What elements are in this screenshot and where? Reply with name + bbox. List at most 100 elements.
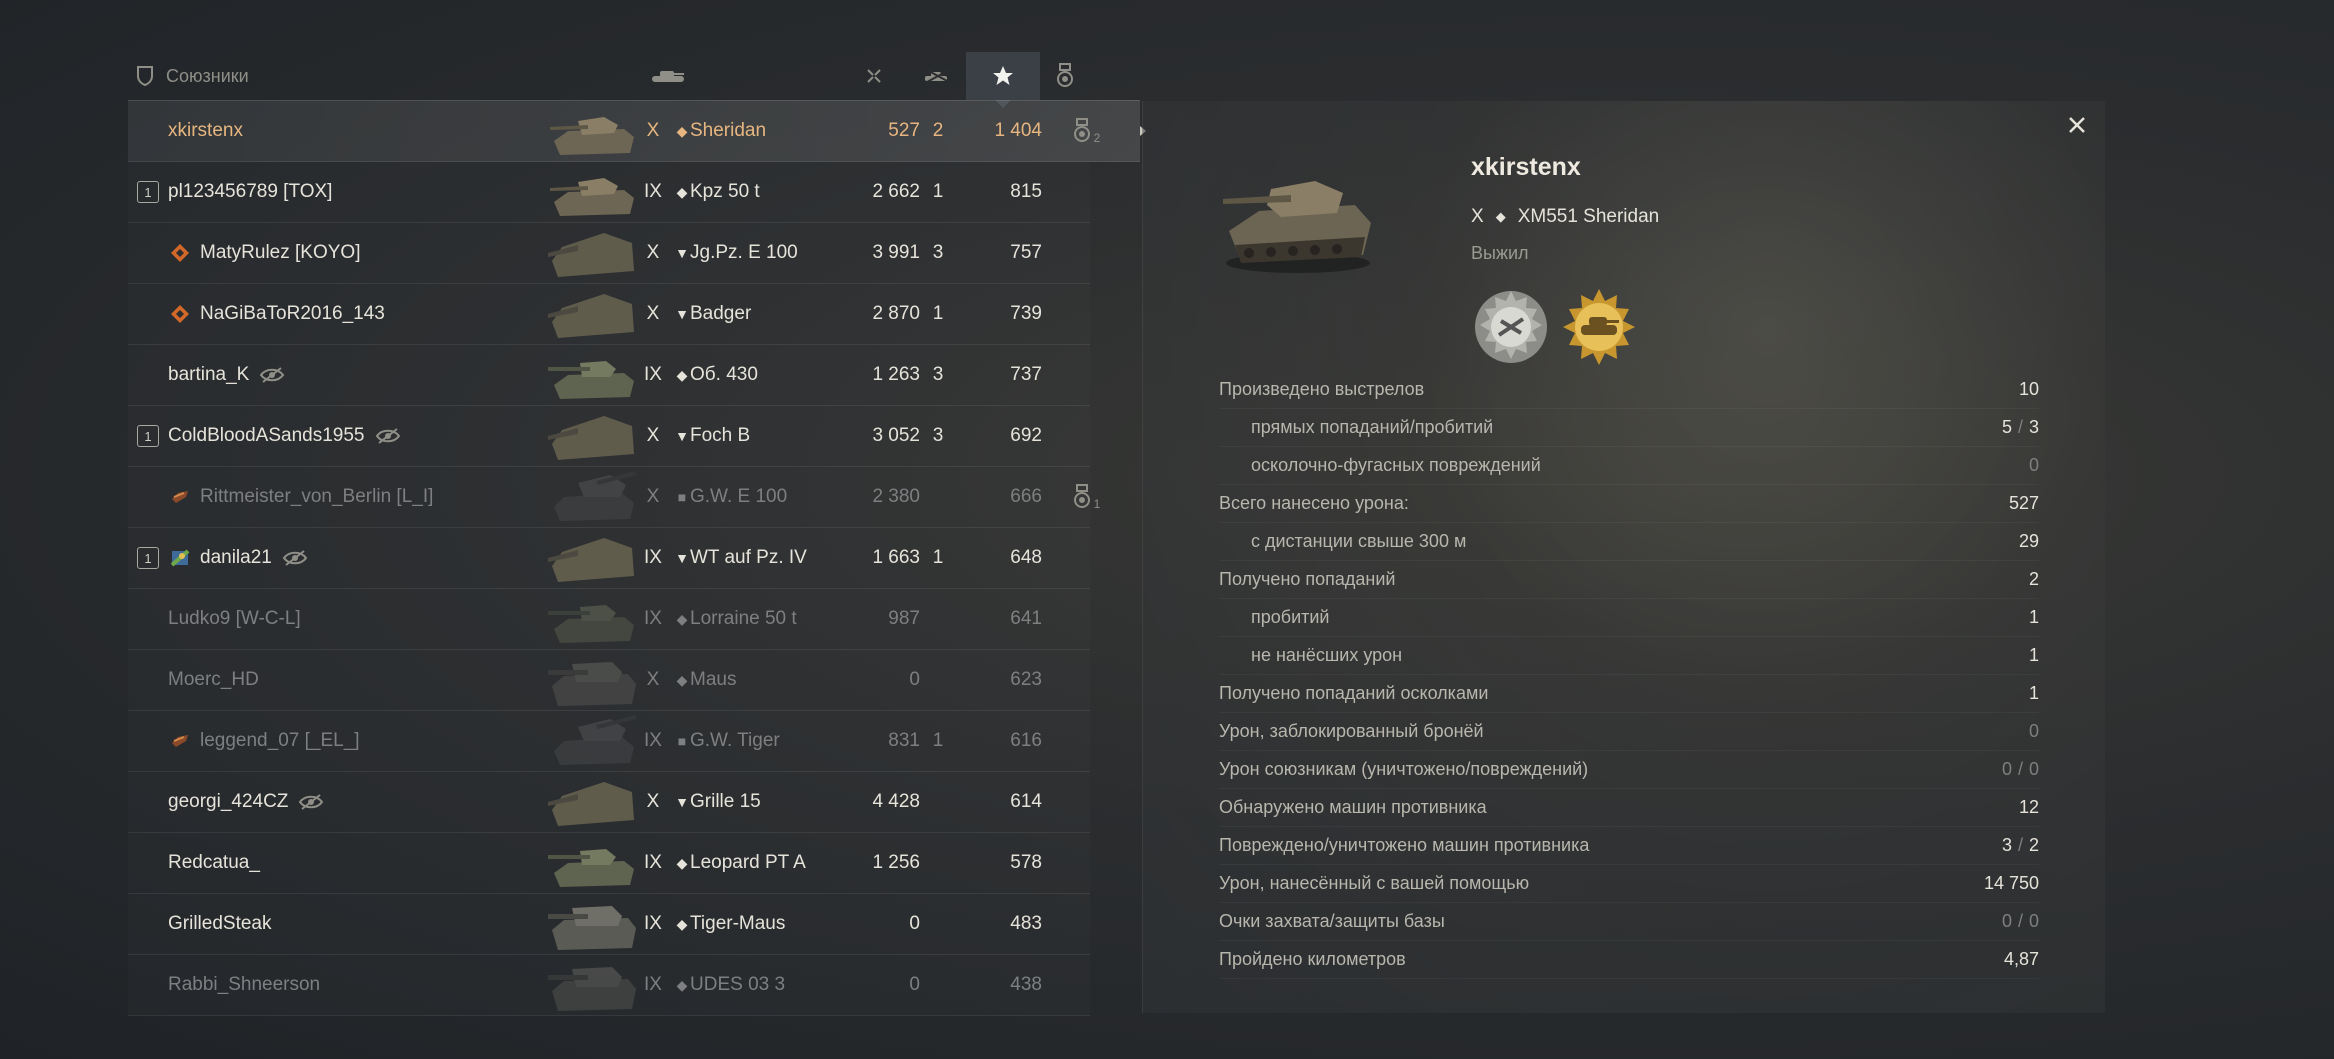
player-name: leggend_07 [_EL_] xyxy=(200,730,360,751)
tier: X xyxy=(646,120,660,141)
close-icon xyxy=(2069,117,2085,133)
player-name: Moerc_HD xyxy=(168,669,259,690)
shield-icon xyxy=(137,66,153,87)
stat-row: прямых попаданий/пробитий 5/3 xyxy=(1219,409,2039,447)
allies-team-panel: Союзники xkirstenx X ◆ Sheridan 527 2 1 404 2 1 p… xyxy=(128,52,1146,1016)
damage-value: 4 428 xyxy=(872,791,920,812)
medal-icon xyxy=(1057,63,1073,87)
player-name: georgi_424CZ xyxy=(168,791,289,812)
vehicle-thumbnail xyxy=(550,178,634,216)
player-row[interactable]: bartina_K IX ◆ Об. 430 1 263 3 737 xyxy=(128,345,1090,406)
tier: IX xyxy=(644,974,662,995)
player-name: ColdBloodASands1955 xyxy=(168,425,365,446)
medal-tank-expert-icon[interactable] xyxy=(1559,287,1639,367)
hidden-eye-icon xyxy=(282,550,308,566)
sort-medals-button[interactable] xyxy=(1040,52,1090,100)
detail-tier: X xyxy=(1471,206,1484,227)
player-row[interactable]: 1 pl123456789 [TOX] IX ◆ Kpz 50 t2 662 1 815 xyxy=(128,162,1090,223)
vehicle-thumbnail xyxy=(554,471,636,521)
player-row[interactable]: xkirstenx X ◆ Sheridan 527 2 1 404 2 xyxy=(128,100,1146,162)
stat-label: Всего нанесено урона: xyxy=(1219,493,1409,513)
vehicle-name: Leopard PT A xyxy=(690,852,806,873)
player-name: NaGiBaToR2016_143 xyxy=(200,303,385,324)
sort-damage-button[interactable] xyxy=(828,52,920,100)
vehicle-thumbnail xyxy=(548,294,634,338)
vehicle-thumbnail xyxy=(548,782,634,826)
player-name: xkirstenx xyxy=(168,120,243,141)
stat-label: с дистанции свыше 300 м xyxy=(1251,531,1467,551)
vehicle-thumbnail xyxy=(548,361,634,399)
stat-label: Урон, заблокированный бронёй xyxy=(1219,721,1484,741)
team-label: Союзники xyxy=(166,65,249,86)
tier: X xyxy=(646,242,660,263)
vehicle-thumbnail xyxy=(548,233,634,277)
close-button[interactable] xyxy=(2065,113,2089,137)
xp-value: 438 xyxy=(1010,974,1042,995)
player-row[interactable]: leggend_07 [_EL_] IX ■ G.W. Tiger 831 1 616 xyxy=(128,711,1090,772)
player-name-cell: xkirstenx xyxy=(168,101,243,161)
player-name: Rabbi_Shneerson xyxy=(168,974,321,995)
xp-value: 692 xyxy=(1010,425,1042,446)
vehicle-name: Lorraine 50 t xyxy=(690,608,797,629)
clan-emblem-icon xyxy=(170,549,190,567)
stat-value-2: 3 xyxy=(2028,417,2039,437)
player-row[interactable]: NaGiBaToR2016_143 X ▼ Badger 2 870 1 739 xyxy=(128,284,1090,345)
stat-value-cell: 1 xyxy=(2029,645,2039,666)
kills-value: 1 xyxy=(932,730,944,751)
player-row[interactable]: Rittmeister_von_Berlin [L_I] X ■ G.W. E 100… xyxy=(128,467,1100,528)
stat-label: Получено попаданий xyxy=(1219,569,1396,589)
vehicle-name: Sheridan xyxy=(690,120,767,141)
damage-value: 1 256 xyxy=(872,852,920,873)
sort-xp-button[interactable] xyxy=(966,52,1040,108)
xp-value: 578 xyxy=(1010,852,1042,873)
sort-vehicle-button[interactable] xyxy=(638,52,698,100)
detail-status: Выжил xyxy=(1471,243,1529,263)
tier: X xyxy=(646,791,660,812)
detail-medals xyxy=(1471,287,1639,367)
stat-value-cell: 14 750 xyxy=(1984,873,2039,894)
tier: X xyxy=(646,486,660,507)
player-row[interactable]: GrilledSteak IX ◆ Tiger-Maus 0 483 xyxy=(128,894,1090,955)
stat-value: 0 xyxy=(2028,455,2039,475)
player-row[interactable]: Rabbi_Shneerson IX ◆ UDES 03 3 0 438 xyxy=(128,955,1090,1016)
star-icon xyxy=(993,66,1013,85)
stat-label: Очки захвата/защиты базы xyxy=(1219,911,1445,931)
stat-label: Пройдено километров xyxy=(1219,949,1406,969)
stat-label: пробитий xyxy=(1251,607,1330,627)
stat-value: 4,87 xyxy=(2003,949,2039,969)
player-row[interactable]: Redcatua_ IX ◆ Leopard PT A1 256 578 xyxy=(128,833,1090,894)
player-name-cell: Rabbi_Shneerson xyxy=(168,955,320,1015)
vehicle-thumbnail xyxy=(550,117,634,155)
stat-label: Повреждено/уничтожено машин противника xyxy=(1219,835,1590,855)
medal-icon xyxy=(1073,118,1090,142)
damage-value: 2 380 xyxy=(872,486,920,507)
stat-value: 3 xyxy=(2001,835,2012,855)
stat-label: Произведено выстрелов xyxy=(1219,379,1425,399)
player-row[interactable]: georgi_424CZ X ▼ Grille 15 4 428 614 xyxy=(128,772,1090,833)
stat-value-cell: 0/0 xyxy=(2002,759,2039,780)
player-row[interactable]: Ludko9 [W-C-L] IX ◆ Lorraine 50 t 987 641 xyxy=(128,589,1090,650)
player-row[interactable]: Moerc_HD X ◆ Maus 0 623 xyxy=(128,650,1090,711)
kills-value: 3 xyxy=(932,425,944,446)
xp-value: 648 xyxy=(1010,547,1042,568)
vehicle-image xyxy=(1223,181,1371,273)
player-row[interactable]: 1 ColdBloodASands1955 X ▼ Foch B3 052 3 692 xyxy=(128,406,1090,467)
clan-emblem-icon xyxy=(172,735,188,747)
stat-label: Урон, нанесённый с вашей помощью xyxy=(1219,873,1530,893)
sort-kills-button[interactable] xyxy=(908,52,968,100)
damage-value: 2 662 xyxy=(872,181,920,202)
stat-separator: / xyxy=(2017,759,2023,779)
stat-value-cell: 1 xyxy=(2029,607,2039,628)
stat-value-cell: 5/3 xyxy=(2002,417,2039,438)
medal-gunner-icon[interactable] xyxy=(1471,287,1551,367)
detail-player-name: xkirstenx xyxy=(1471,153,1581,181)
damage-value: 527 xyxy=(888,120,920,141)
player-row[interactable]: MatyRulez [KOYO] X ▼ Jg.Pz. E 100 3 991 3 757 xyxy=(128,223,1090,284)
platoon-badge: 1 xyxy=(137,425,159,447)
tier: X xyxy=(646,669,660,690)
stat-value: 1 xyxy=(2028,683,2039,703)
damage-value: 3 052 xyxy=(872,425,920,446)
detail-vehicle: X ◆ XM551 Sheridan xyxy=(1471,206,1659,228)
stat-row: Всего нанесено урона: 527 xyxy=(1219,485,2039,523)
player-row[interactable]: 1 danila21 IX ▼ WT auf Pz. IV 1 663 1 648 xyxy=(128,528,1090,589)
